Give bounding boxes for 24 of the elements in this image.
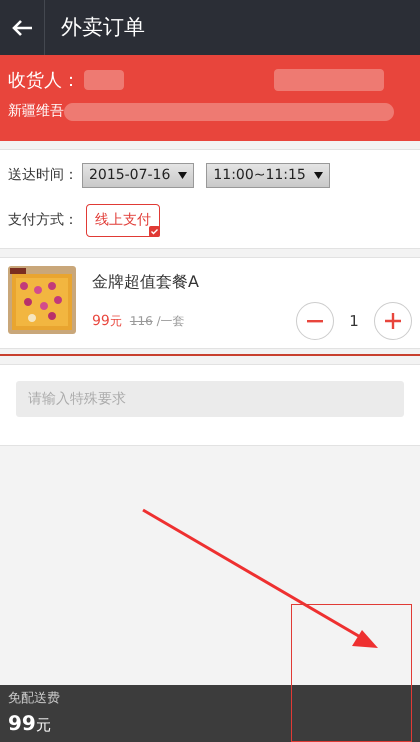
payment-method-label: 支付方式：: [8, 210, 78, 230]
date-dropdown[interactable]: 2015-07-16: [82, 162, 194, 188]
original-price: 116 /一套: [130, 312, 185, 330]
back-arrow-icon: [11, 18, 33, 36]
delivery-time-label: 送达时间：: [8, 166, 78, 184]
decrease-button[interactable]: [296, 302, 334, 340]
page-title: 外卖订单: [61, 14, 145, 41]
minus-icon: [307, 320, 323, 322]
caret-icon: [178, 172, 188, 178]
item-price: 99元: [92, 312, 122, 330]
receiver-label: 收货人：: [8, 68, 80, 92]
increase-button[interactable]: [374, 302, 412, 340]
plus-icon: [385, 313, 401, 329]
check-icon: [149, 226, 160, 236]
receiver-address: 新疆维吾: [8, 102, 64, 121]
special-request-field[interactable]: 请输入特殊要求: [16, 381, 404, 417]
item-name: 金牌超值套餐A: [92, 271, 200, 293]
quantity: 1: [348, 310, 360, 332]
payment-option[interactable]: 线上支付: [86, 204, 160, 236]
time-dropdown[interactable]: 11:00~11:15: [206, 162, 330, 188]
redacted-name: [84, 70, 124, 90]
total-price: 99元: [8, 710, 52, 738]
delivery-fee-text: 免配送费: [8, 690, 61, 708]
caret-icon: [314, 172, 323, 178]
